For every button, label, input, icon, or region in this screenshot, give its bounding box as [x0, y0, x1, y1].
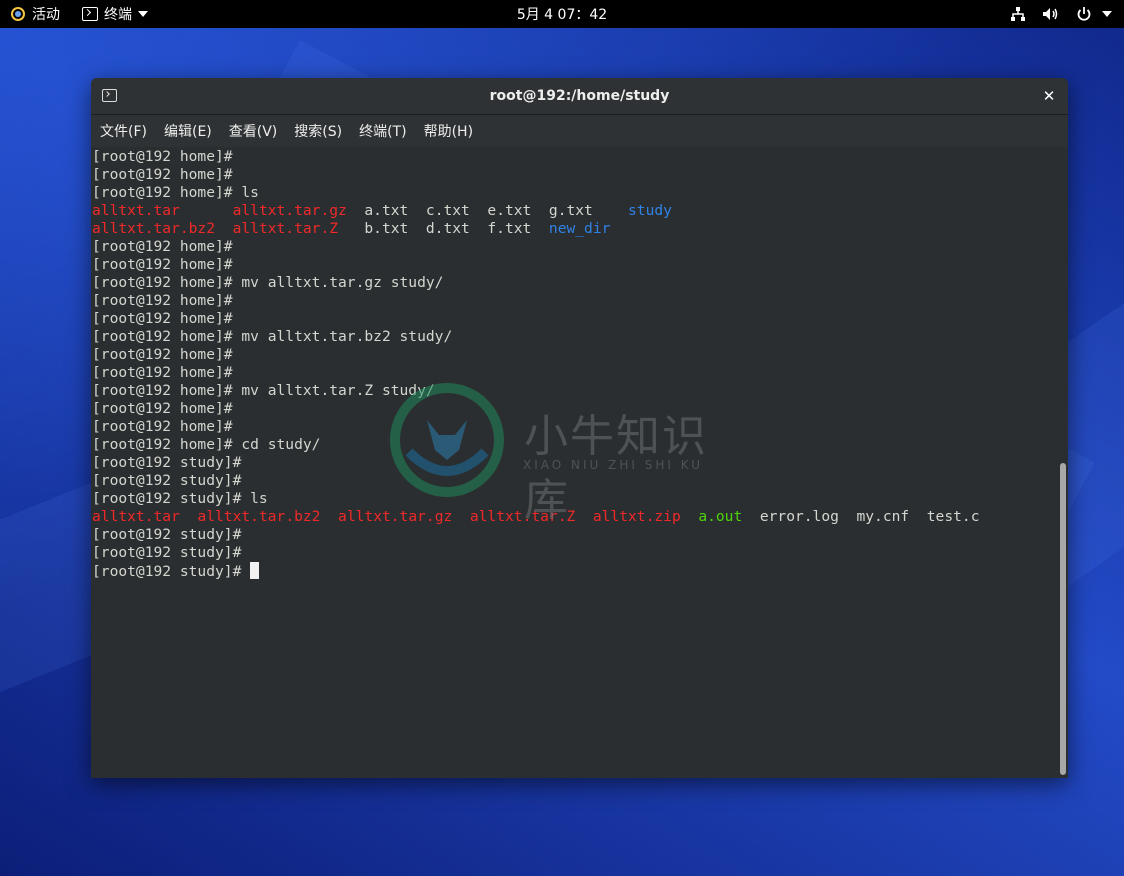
- menu-file[interactable]: 文件(F): [100, 121, 147, 141]
- activities-icon: [11, 7, 25, 21]
- terminal-text: [root@192 home]#: [92, 148, 233, 165]
- watermark-logo: [390, 383, 504, 497]
- terminal-line: [root@192 home]#: [92, 148, 1057, 166]
- chevron-down-icon: [1102, 11, 1112, 17]
- terminal-text: [root@192 home]#: [92, 418, 233, 435]
- terminal-window: root@192:/home/study ✕ 文件(F) 编辑(E) 查看(V)…: [91, 78, 1068, 778]
- scrollbar[interactable]: [1057, 147, 1068, 778]
- activities-label: 活动: [32, 7, 60, 23]
- terminal-text: b.txt d.txt f.txt: [338, 220, 549, 237]
- terminal-line: [root@192 home]# mv alltxt.tar.gz study/: [92, 274, 1057, 292]
- terminal-text: [root@192 home]#: [92, 292, 233, 309]
- terminal-text: alltxt.tar.Z: [232, 220, 339, 237]
- terminal-line: [root@192 home]#: [92, 256, 1057, 274]
- clock-area: 5月 4 07：42: [0, 0, 1124, 28]
- terminal-text: [root@192 home]# mv alltxt.tar.Z study/: [92, 382, 435, 399]
- terminal-text: [root@192 study]#: [92, 454, 242, 471]
- terminal-line: [root@192 home]#: [92, 346, 1057, 364]
- terminal-text: alltxt.tar.bz2: [197, 508, 321, 525]
- terminal-line: [root@192 home]#: [92, 238, 1057, 256]
- terminal-line: [root@192 home]#: [92, 292, 1057, 310]
- terminal-text: [root@192 home]# cd study/: [92, 436, 321, 453]
- terminal-text: [root@192 study]# ls: [92, 490, 268, 507]
- menu-edit[interactable]: 编辑(E): [164, 121, 212, 141]
- terminal-icon: [102, 89, 117, 102]
- clock[interactable]: 5月 4 07：42: [517, 4, 607, 24]
- terminal-text: alltxt.tar.gz: [338, 508, 453, 525]
- close-button[interactable]: ✕: [1040, 87, 1058, 105]
- system-tray[interactable]: [1010, 0, 1112, 28]
- app-menu-label: 终端: [104, 7, 132, 23]
- menu-view[interactable]: 查看(V): [229, 121, 278, 141]
- terminal-text: [root@192 home]#: [92, 238, 233, 255]
- watermark-subtext: XIAO NIU ZHI SHI KU: [523, 458, 704, 472]
- menu-search[interactable]: 搜索(S): [294, 121, 342, 141]
- terminal-text: [root@192 home]#: [92, 256, 233, 273]
- terminal-text: alltxt.tar: [92, 508, 180, 525]
- terminal-line: alltxt.tar alltxt.tar.gz a.txt c.txt e.t…: [92, 202, 1057, 220]
- terminal-line: [root@192 home]#: [92, 310, 1057, 328]
- top-bar: 活动 终端 5月 4 07：42: [0, 0, 1124, 28]
- terminal-line: [root@192 home]#: [92, 166, 1057, 184]
- terminal-text: alltxt.tar.gz: [232, 202, 347, 219]
- terminal-text: [root@192 home]#: [92, 400, 233, 417]
- terminal-icon: [82, 7, 98, 21]
- terminal-text: [root@192 study]#: [92, 563, 251, 580]
- network-icon: [1011, 7, 1025, 21]
- terminal-line: [root@192 study]#: [92, 526, 1057, 544]
- volume-icon: [1043, 8, 1058, 20]
- terminal-line: [root@192 home]# mv alltxt.tar.bz2 study…: [92, 328, 1057, 346]
- terminal-line: [root@192 home]# ls: [92, 184, 1057, 202]
- terminal-line: [root@192 study]#: [92, 562, 1057, 580]
- terminal-text: error.log my.cnf test.c: [742, 508, 980, 525]
- terminal-text: [root@192 home]#: [92, 166, 233, 183]
- terminal-text: [root@192 home]#: [92, 310, 233, 327]
- terminal-line: alltxt.tar.bz2 alltxt.tar.Z b.txt d.txt …: [92, 220, 1057, 238]
- menu-bar: 文件(F) 编辑(E) 查看(V) 搜索(S) 终端(T) 帮助(H): [91, 115, 1068, 147]
- app-menu-button[interactable]: 终端: [82, 0, 148, 28]
- watermark: 小牛知识库 XIAO NIU ZHI SHI KU: [389, 380, 739, 526]
- terminal-text: new_dir: [548, 220, 611, 237]
- terminal-text: alltxt.tar: [92, 202, 180, 219]
- chevron-down-icon: [138, 11, 148, 17]
- terminal-text: [root@192 study]#: [92, 472, 242, 489]
- terminal-text: [root@192 home]# ls: [92, 184, 259, 201]
- power-icon: [1077, 7, 1091, 21]
- terminal-text: [root@192 home]# mv alltxt.tar.bz2 study…: [92, 328, 453, 345]
- activities-button[interactable]: 活动: [10, 0, 60, 28]
- terminal-text: [root@192 study]#: [92, 544, 242, 561]
- window-title: root@192:/home/study: [489, 88, 670, 104]
- terminal-text: [root@192 home]#: [92, 346, 233, 363]
- window-titlebar[interactable]: root@192:/home/study ✕: [91, 78, 1068, 115]
- terminal-cursor: [250, 562, 260, 579]
- terminal-text: study: [628, 202, 672, 219]
- terminal-text: [root@192 home]#: [92, 364, 233, 381]
- terminal-text: alltxt.tar.bz2: [92, 220, 216, 237]
- scrollbar-thumb[interactable]: [1060, 463, 1066, 775]
- menu-terminal[interactable]: 终端(T): [359, 121, 406, 141]
- terminal-line: [root@192 study]#: [92, 544, 1057, 562]
- menu-help[interactable]: 帮助(H): [424, 121, 473, 141]
- terminal-text: [root@192 study]#: [92, 526, 242, 543]
- terminal-text: [root@192 home]# mv alltxt.tar.gz study/: [92, 274, 444, 291]
- terminal-text: a.txt c.txt e.txt g.txt: [346, 202, 628, 219]
